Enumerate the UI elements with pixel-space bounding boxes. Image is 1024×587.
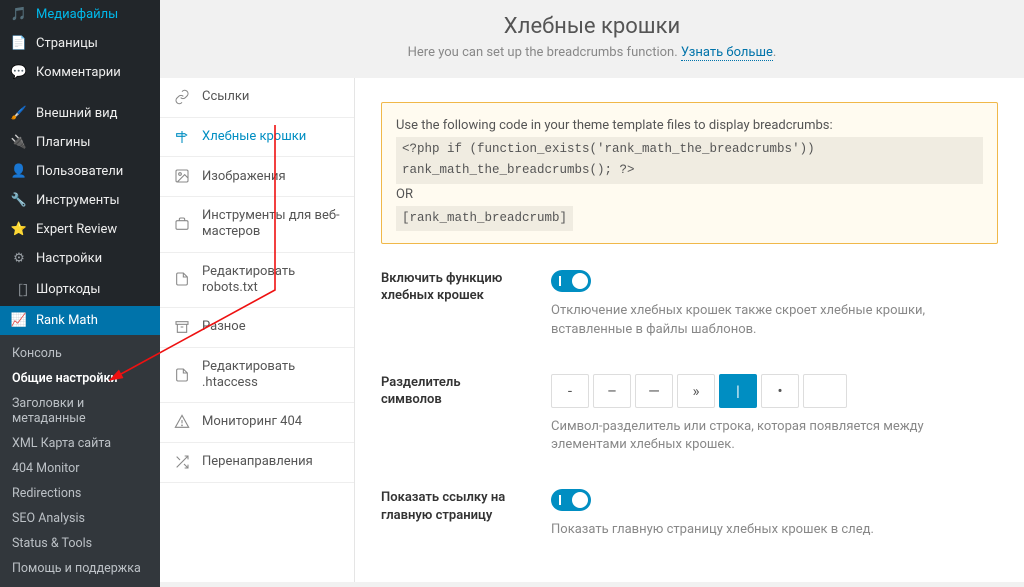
signpost-icon — [174, 129, 192, 146]
wp-menu-comments[interactable]: 💬Комментарии — [0, 58, 160, 87]
separator-options: - – — » | • — [551, 374, 998, 408]
page-header: Хлебные крошки Here you can set up the b… — [160, 0, 1024, 79]
tab-misc[interactable]: Разное — [160, 308, 354, 348]
separator-option-4[interactable]: | — [719, 374, 757, 408]
setting-label: Включить функцию хлебных крошек — [381, 270, 521, 340]
learn-more-link[interactable]: Узнать больше — [681, 45, 773, 61]
wp-menu-pages[interactable]: 📄Страницы — [0, 29, 160, 58]
users-icon: 👤 — [10, 164, 28, 179]
page-title: Хлебные крошки — [160, 14, 1024, 39]
separator-option-3[interactable]: » — [677, 374, 715, 408]
tab-links[interactable]: Ссылки — [160, 78, 354, 118]
plugin-icon: 🔌 — [10, 135, 28, 150]
settings-tabs: Ссылки Хлебные крошки Изображения Инстру… — [160, 78, 355, 582]
rank-math-submenu: Консоль Общие настройки Заголовки и мета… — [0, 335, 160, 587]
archive-icon — [174, 319, 192, 336]
pages-icon: 📄 — [10, 36, 28, 51]
separator-option-0[interactable]: - — [551, 374, 589, 408]
link-icon — [174, 89, 192, 106]
rank-math-icon: 📈 — [10, 313, 28, 328]
setting-enable-breadcrumbs: Включить функцию хлебных крошек Отключен… — [381, 270, 998, 340]
wp-menu-users[interactable]: 👤Пользователи — [0, 157, 160, 186]
submenu-404-monitor[interactable]: 404 Monitor — [0, 456, 160, 481]
separator-option-1[interactable]: – — [593, 374, 631, 408]
star-icon: ⭐ — [10, 222, 28, 237]
submenu-seo-analysis[interactable]: SEO Analysis — [0, 506, 160, 531]
settings-panel: Use the following code in your theme tem… — [355, 78, 1024, 582]
submenu-help-support[interactable]: Помощь и поддержка — [0, 556, 160, 581]
image-icon — [174, 168, 192, 185]
brush-icon: 🖌️ — [10, 106, 28, 121]
setting-label: Разделитель символов — [381, 374, 521, 456]
tab-htaccess[interactable]: Редактировать .htaccess — [160, 348, 354, 404]
wp-menu-rank-math[interactable]: 📈Rank Math — [0, 306, 160, 335]
submenu-status-tools[interactable]: Status & Tools — [0, 531, 160, 556]
main-area: Хлебные крошки Here you can set up the b… — [160, 0, 1024, 582]
wp-menu-settings[interactable]: ⚙Настройки — [0, 244, 160, 273]
code-notice: Use the following code in your theme tem… — [381, 102, 998, 244]
wp-menu-plugins[interactable]: 🔌Плагины — [0, 128, 160, 157]
comments-icon: 💬 — [10, 65, 28, 80]
file-icon — [174, 271, 192, 288]
tab-images[interactable]: Изображения — [160, 157, 354, 197]
setting-separator: Разделитель символов - – — » | • Символ-… — [381, 374, 998, 456]
wp-menu-media[interactable]: 🎵Медиафайлы — [0, 0, 160, 29]
tab-webmaster-tools[interactable]: Инструменты для веб-мастеров — [160, 197, 354, 253]
briefcase-icon — [174, 216, 192, 233]
separator-custom-input[interactable] — [803, 374, 847, 408]
wp-admin-sidebar: 🎵Медиафайлы 📄Страницы 💬Комментарии 🖌️Вне… — [0, 0, 160, 582]
setting-desc: Отключение хлебных крошек также скроет х… — [551, 302, 998, 340]
notice-code-php: <?php if (function_exists('rank_math_the… — [396, 137, 983, 184]
tools-icon: 🔧 — [10, 193, 28, 208]
tab-robots-txt[interactable]: Редактировать robots.txt — [160, 253, 354, 309]
setting-desc: Показать главную страницу хлебных крошек… — [551, 521, 998, 540]
wp-menu-tools[interactable]: 🔧Инструменты — [0, 186, 160, 215]
warning-icon — [174, 414, 192, 431]
media-icon: 🎵 — [10, 7, 28, 22]
notice-or: OR — [396, 187, 413, 202]
wp-menu-appearance[interactable]: 🖌️Внешний вид — [0, 99, 160, 128]
submenu-console[interactable]: Консоль — [0, 341, 160, 366]
enable-breadcrumbs-toggle[interactable] — [551, 270, 591, 292]
separator-option-5[interactable]: • — [761, 374, 799, 408]
submenu-general-settings[interactable]: Общие настройки — [0, 366, 160, 391]
notice-intro: Use the following code in your theme tem… — [396, 115, 983, 137]
submenu-xml-sitemap[interactable]: XML Карта сайта — [0, 431, 160, 456]
homepage-link-toggle[interactable] — [551, 489, 591, 511]
tab-breadcrumbs[interactable]: Хлебные крошки — [160, 118, 354, 158]
submenu-redirections[interactable]: Redirections — [0, 481, 160, 506]
file-edit-icon — [174, 367, 192, 384]
setting-desc: Символ-разделитель или строка, которая п… — [551, 418, 998, 456]
wp-menu-shortcodes[interactable]: ［］Шорткоды — [0, 273, 160, 306]
shuffle-icon — [174, 454, 192, 471]
tab-redirections[interactable]: Перенаправления — [160, 443, 354, 483]
notice-code-short: [rank_math_breadcrumb] — [396, 206, 573, 231]
shortcode-icon: ［］ — [10, 280, 28, 299]
setting-label: Показать ссылку на главную страницу — [381, 489, 521, 540]
tab-404-monitoring[interactable]: Мониторинг 404 — [160, 403, 354, 443]
page-subtitle: Here you can set up the breadcrumbs func… — [160, 45, 1024, 60]
setting-homepage-link: Показать ссылку на главную страницу Пока… — [381, 489, 998, 540]
submenu-titles-meta[interactable]: Заголовки и метаданные — [0, 391, 160, 431]
sliders-icon: ⚙ — [10, 251, 28, 266]
wp-menu-expert-review[interactable]: ⭐Expert Review — [0, 215, 160, 244]
separator-option-2[interactable]: — — [635, 374, 673, 408]
